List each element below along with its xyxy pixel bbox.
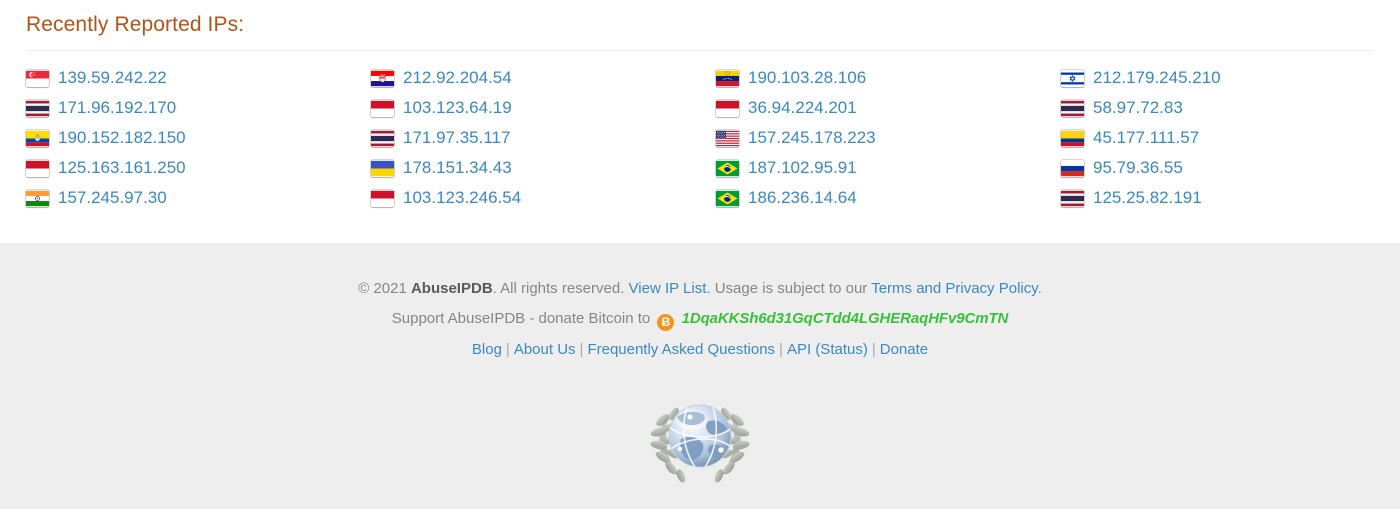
flag-icon-ru	[1061, 160, 1084, 177]
ip-address-link[interactable]: 125.163.161.250	[58, 158, 186, 178]
nav-separator: |	[505, 341, 510, 358]
ip-address-link[interactable]: 58.97.72.83	[1093, 98, 1183, 118]
usage-text: . Usage is subject to our	[706, 280, 872, 297]
ip-entry[interactable]: 187.102.95.91	[716, 153, 1061, 183]
flag-icon-ua	[371, 160, 394, 177]
bitcoin-address[interactable]: 1DqaKKSh6d31GqCTdd4LGHERaqHFv9CmTN	[682, 310, 1009, 327]
ip-entry[interactable]: 190.152.182.150	[26, 123, 371, 153]
flag-icon-id	[371, 190, 394, 207]
flag-icon-th	[1061, 190, 1084, 207]
ip-address-link[interactable]: 212.92.204.54	[403, 68, 512, 88]
site-footer: © 2021 AbuseIPDB. All rights reserved. V…	[0, 243, 1400, 509]
ip-entry[interactable]: 95.79.36.55	[1061, 153, 1400, 183]
ip-entry[interactable]: 178.151.34.43	[371, 153, 716, 183]
flag-icon-co	[1061, 130, 1084, 147]
ip-address-link[interactable]: 190.103.28.106	[748, 68, 866, 88]
flag-icon-th	[1061, 100, 1084, 117]
ip-entry[interactable]: 45.177.111.57	[1061, 123, 1400, 153]
footer-donate-line: Support AbuseIPDB - donate Bitcoin to Ƀ …	[0, 304, 1400, 334]
flag-icon-br	[716, 160, 739, 177]
flag-icon-th	[26, 100, 49, 117]
flag-icon-th	[371, 130, 394, 147]
ip-address-link[interactable]: 125.25.82.191	[1093, 188, 1202, 208]
ip-address-link[interactable]: 187.102.95.91	[748, 158, 857, 178]
ip-entry[interactable]: 171.96.192.170	[26, 93, 371, 123]
globe-laurel-logo	[0, 387, 1400, 487]
ip-entry[interactable]: 190.103.28.106	[716, 63, 1061, 93]
ip-entry[interactable]: 212.179.245.210	[1061, 63, 1400, 93]
flag-icon-id	[716, 100, 739, 117]
bitcoin-icon: Ƀ	[657, 314, 675, 331]
recently-reported-ips-panel: Recently Reported IPs: 139.59.242.22 212.…	[0, 0, 1400, 243]
footer-nav-link-frequently-asked-questions[interactable]: Frequently Asked Questions	[587, 341, 775, 358]
copyright-prefix: © 2021	[358, 280, 411, 297]
ip-address-link[interactable]: 186.236.14.64	[748, 188, 857, 208]
flag-icon-id	[26, 160, 49, 177]
footer-nav-link-about-us[interactable]: About Us	[514, 341, 576, 358]
ip-address-link[interactable]: 36.94.224.201	[748, 98, 857, 118]
ip-address-link[interactable]: 178.151.34.43	[403, 158, 512, 178]
terms-privacy-link[interactable]: Terms and Privacy Policy	[871, 280, 1037, 297]
ip-address-link[interactable]: 103.123.246.54	[403, 188, 521, 208]
flag-icon-il	[1061, 70, 1084, 87]
ip-address-link[interactable]: 45.177.111.57	[1093, 128, 1199, 148]
ip-entry[interactable]: 157.245.97.30	[26, 183, 371, 213]
ip-entry[interactable]: 125.163.161.250	[26, 153, 371, 183]
ip-address-link[interactable]: 157.245.97.30	[58, 188, 167, 208]
ip-entry[interactable]: 212.92.204.54	[371, 63, 716, 93]
ip-grid: 139.59.242.22 212.92.204.54 190.103.28.106…	[26, 63, 1374, 213]
ip-entry[interactable]: 139.59.242.22	[26, 63, 371, 93]
ip-entry[interactable]: 171.97.35.117	[371, 123, 716, 153]
flag-icon-br	[716, 190, 739, 207]
flag-icon-in	[26, 190, 49, 207]
terms-suffix: .	[1037, 280, 1042, 297]
ip-address-link[interactable]: 190.152.182.150	[58, 128, 186, 148]
ip-entry[interactable]: 125.25.82.191	[1061, 183, 1400, 213]
ip-address-link[interactable]: 95.79.36.55	[1093, 158, 1183, 178]
footer-nav-link-status[interactable]: (Status)	[815, 341, 868, 358]
ip-address-link[interactable]: 139.59.242.22	[58, 68, 167, 88]
ip-address-link[interactable]: 171.97.35.117	[403, 128, 510, 148]
flag-icon-us	[716, 130, 739, 147]
flag-icon-hr	[371, 70, 394, 87]
ip-address-link[interactable]: 212.179.245.210	[1093, 68, 1221, 88]
ip-entry[interactable]: 186.236.14.64	[716, 183, 1061, 213]
footer-nav-link-blog[interactable]: Blog	[472, 341, 502, 358]
flag-icon-id	[371, 100, 394, 117]
nav-separator: |	[779, 341, 783, 358]
ip-address-link[interactable]: 103.123.64.19	[403, 98, 512, 118]
flag-icon-ve	[716, 70, 739, 87]
footer-nav: Blog | About Us | Frequently Asked Questions…	[0, 335, 1400, 365]
footer-copyright-line: © 2021 AbuseIPDB. All rights reserved. V…	[0, 274, 1400, 304]
ip-entry[interactable]: 58.97.72.83	[1061, 93, 1400, 123]
ip-entry[interactable]: 103.123.64.19	[371, 93, 716, 123]
ip-entry[interactable]: 157.245.178.223	[716, 123, 1061, 153]
brand-name: AbuseIPDB	[410, 280, 493, 297]
ip-entry[interactable]: 36.94.224.201	[716, 93, 1061, 123]
nav-separator: |	[579, 341, 584, 358]
nav-separator: |	[871, 341, 876, 358]
page-title: Recently Reported IPs:	[26, 13, 245, 36]
footer-nav-link-api[interactable]: API	[787, 341, 811, 358]
title-divider	[26, 50, 1374, 51]
ip-address-link[interactable]: 171.96.192.170	[58, 98, 176, 118]
donate-text: Support AbuseIPDB - donate Bitcoin to	[391, 310, 651, 327]
footer-nav-link-donate[interactable]: Donate	[880, 341, 928, 358]
copyright-middle: . All rights reserved.	[492, 280, 629, 297]
flag-icon-sg	[26, 70, 49, 87]
ip-address-link[interactable]: 157.245.178.223	[748, 128, 876, 148]
view-ip-list-link[interactable]: View IP List	[629, 280, 707, 297]
flag-icon-ec	[26, 130, 49, 147]
ip-entry[interactable]: 103.123.246.54	[371, 183, 716, 213]
